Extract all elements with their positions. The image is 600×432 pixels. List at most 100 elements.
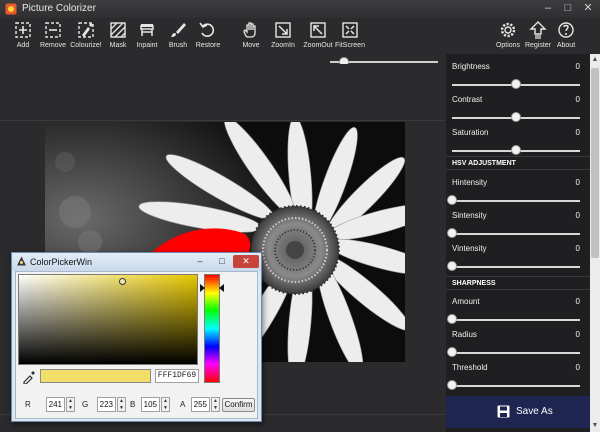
scroll-down-icon[interactable]: ▼ <box>590 420 600 432</box>
app-icon <box>5 3 17 15</box>
color-selection-marker[interactable] <box>119 278 126 285</box>
zoom-in-icon <box>275 22 291 38</box>
confirm-button[interactable]: Confirm <box>222 398 255 412</box>
save-as-label: Save As <box>516 406 553 417</box>
hintensity-control: Hintensity 0 <box>446 178 590 210</box>
blue-label: B <box>130 400 136 409</box>
green-label: G <box>82 400 89 409</box>
restore-icon <box>199 22 215 37</box>
brightness-label: Brightness <box>452 62 490 71</box>
amount-control: Amount 0 <box>446 297 590 329</box>
canvas-divider <box>0 120 446 121</box>
colourize-button[interactable]: Colourize! <box>68 20 104 49</box>
move-label: Move <box>242 42 260 49</box>
amount-slider-thumb[interactable] <box>447 314 457 324</box>
red-value-input[interactable]: 241 <box>46 397 65 412</box>
contrast-slider-thumb[interactable] <box>511 112 521 122</box>
zoom-in-label: ZoomIn <box>271 42 295 49</box>
zoom-out-label: ZoomOut <box>303 42 333 49</box>
saturation-label: Saturation <box>452 128 489 137</box>
radius-slider-track[interactable] <box>452 352 580 354</box>
radius-value: 0 <box>575 330 580 339</box>
mask-icon <box>110 22 126 38</box>
toolbar: Add Remove Colourize! Mask Inpaint Brush… <box>0 18 600 54</box>
vintensity-slider-track[interactable] <box>452 266 580 268</box>
title-bar: Picture Colorizer – □ ✕ <box>0 0 600 18</box>
hue-pointer-left-icon[interactable] <box>200 284 205 292</box>
sintensity-control: Sintensity 0 <box>446 211 590 243</box>
vintensity-slider-thumb[interactable] <box>447 261 457 271</box>
remove-icon <box>45 22 61 38</box>
adjustment-panel: Brightness 0 Contrast 0 Saturation 0 HSV… <box>446 54 590 432</box>
about-label: About <box>556 42 576 49</box>
amount-label: Amount <box>452 297 480 306</box>
zoom-out-button[interactable]: ZoomOut <box>300 20 336 49</box>
sharpness-section-header: SHARPNESS <box>446 276 590 290</box>
sintensity-slider-thumb[interactable] <box>447 228 457 238</box>
gear-icon <box>500 22 516 38</box>
paint-palette-icon <box>17 256 26 266</box>
scrollbar-thumb[interactable] <box>591 68 599 258</box>
sintensity-value: 0 <box>575 211 580 220</box>
remove-label: Remove <box>39 42 67 49</box>
move-button[interactable]: Move <box>233 20 269 49</box>
panel-scrollbar[interactable]: ▲ ▼ <box>590 54 600 432</box>
green-spinner[interactable]: ▲ ▼ <box>117 397 126 412</box>
alpha-value-input[interactable]: 255 <box>191 397 210 412</box>
brush-icon <box>171 23 186 37</box>
about-icon <box>558 22 574 38</box>
hintensity-slider-track[interactable] <box>452 200 580 202</box>
add-icon <box>15 22 31 38</box>
contrast-control: Contrast 0 <box>446 95 590 127</box>
red-label: R <box>25 400 31 409</box>
red-spinner[interactable]: ▲ ▼ <box>66 397 75 412</box>
fit-screen-icon <box>342 22 358 38</box>
zoom-in-button[interactable]: ZoomIn <box>265 20 301 49</box>
blue-spinner[interactable]: ▲ ▼ <box>161 397 170 412</box>
amount-slider-track[interactable] <box>452 319 580 321</box>
hand-icon <box>243 22 256 38</box>
threshold-slider-thumb[interactable] <box>447 380 457 390</box>
eyedropper-icon[interactable] <box>22 370 36 384</box>
sintensity-slider-track[interactable] <box>452 233 580 235</box>
threshold-label: Threshold <box>452 363 488 372</box>
blue-value-input[interactable]: 105 <box>141 397 160 412</box>
restore-button[interactable]: Restore <box>190 20 226 49</box>
minimize-button[interactable]: – <box>540 1 556 16</box>
save-as-button[interactable]: Save As <box>446 396 590 428</box>
fit-screen-label: FitScreen <box>335 42 365 49</box>
remove-button[interactable]: Remove <box>35 20 71 49</box>
vintensity-label: Vintensity <box>452 244 487 253</box>
vintensity-value: 0 <box>575 244 580 253</box>
color-picker-title-bar[interactable]: ColorPickerWin – □ ✕ <box>12 253 261 271</box>
hue-pointer-right-icon[interactable] <box>219 284 224 292</box>
threshold-slider-track[interactable] <box>452 385 580 387</box>
hex-value-field[interactable]: FFF1DF69 <box>155 369 199 383</box>
hintensity-value: 0 <box>575 178 580 187</box>
threshold-control: Threshold 0 <box>446 363 590 395</box>
saturation-value-field[interactable] <box>18 274 198 365</box>
dialog-close-button[interactable]: ✕ <box>233 255 259 268</box>
close-button[interactable]: ✕ <box>580 1 596 16</box>
saturation-slider-thumb[interactable] <box>511 145 521 155</box>
hintensity-label: Hintensity <box>452 178 488 187</box>
register-icon <box>529 21 547 39</box>
maximize-button[interactable]: □ <box>560 1 576 16</box>
alpha-spinner[interactable]: ▲ ▼ <box>211 397 220 412</box>
floppy-disk-icon <box>497 405 510 418</box>
fit-screen-button[interactable]: FitScreen <box>332 20 368 49</box>
hue-slider[interactable] <box>204 274 220 383</box>
colourize-icon <box>78 22 94 38</box>
about-button[interactable]: About <box>548 20 584 49</box>
dialog-maximize-button[interactable]: □ <box>211 255 233 268</box>
brightness-value: 0 <box>575 62 580 71</box>
radius-slider-thumb[interactable] <box>447 347 457 357</box>
saturation-value: 0 <box>575 128 580 137</box>
green-value-input[interactable]: 223 <box>97 397 116 412</box>
dialog-minimize-button[interactable]: – <box>189 255 211 268</box>
hintensity-slider-thumb[interactable] <box>447 195 457 205</box>
brightness-control: Brightness 0 <box>446 62 590 94</box>
scroll-up-icon[interactable]: ▲ <box>590 54 600 66</box>
brightness-slider-thumb[interactable] <box>511 79 521 89</box>
restore-label: Restore <box>195 42 221 49</box>
